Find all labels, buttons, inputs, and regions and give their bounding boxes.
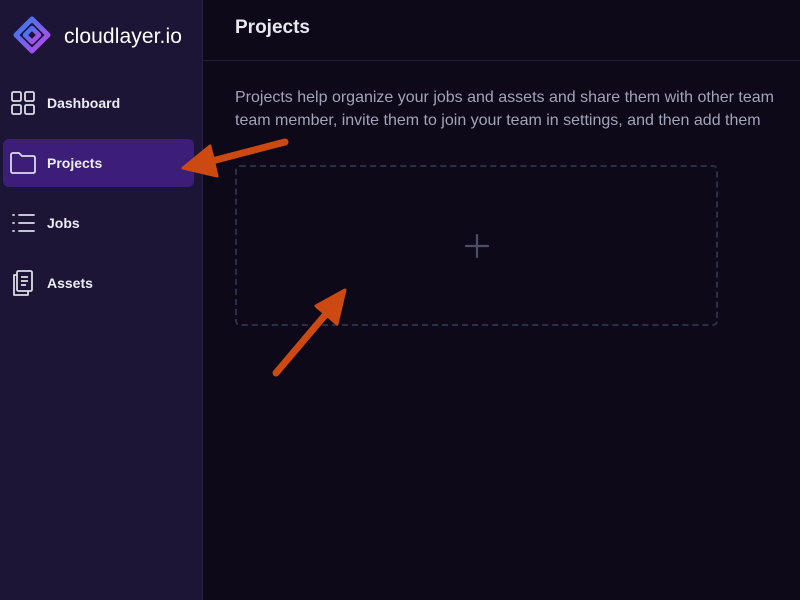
document-icon (9, 269, 37, 297)
sidebar-item-label: Assets (47, 275, 93, 291)
top-bar: Projects (203, 0, 800, 61)
brand-name: cloudlayer.io (64, 25, 183, 48)
sidebar-item-label: Jobs (47, 215, 80, 231)
folder-icon (9, 149, 37, 177)
main-content: Projects Projects help organize your job… (203, 0, 800, 600)
sidebar-nav: Dashboard Projects Jobs Assets (3, 79, 194, 319)
list-icon (9, 209, 37, 237)
sidebar-item-projects[interactable]: Projects (3, 139, 194, 187)
sidebar-item-dashboard[interactable]: Dashboard (3, 79, 194, 127)
projects-description: Projects help organize your jobs and ass… (235, 86, 800, 132)
plus-icon (463, 232, 491, 260)
cloudlayer-logo-icon (10, 15, 54, 59)
description-line: Projects help organize your jobs and ass… (235, 89, 774, 106)
brand[interactable]: cloudlayer.io (10, 14, 182, 60)
app-window: cloudlayer.io Dashboard Projects Jobs As… (0, 0, 800, 600)
sidebar-item-jobs[interactable]: Jobs (3, 199, 194, 247)
sidebar-item-label: Projects (47, 155, 103, 171)
page-title: Projects (235, 17, 310, 38)
description-line: team member, invite them to join your te… (235, 112, 761, 129)
sidebar-item-assets[interactable]: Assets (3, 259, 194, 307)
sidebar-item-label: Dashboard (47, 95, 121, 111)
sidebar: cloudlayer.io Dashboard Projects Jobs As… (0, 0, 203, 600)
add-project-button[interactable] (235, 165, 718, 326)
grid-icon (9, 89, 37, 117)
